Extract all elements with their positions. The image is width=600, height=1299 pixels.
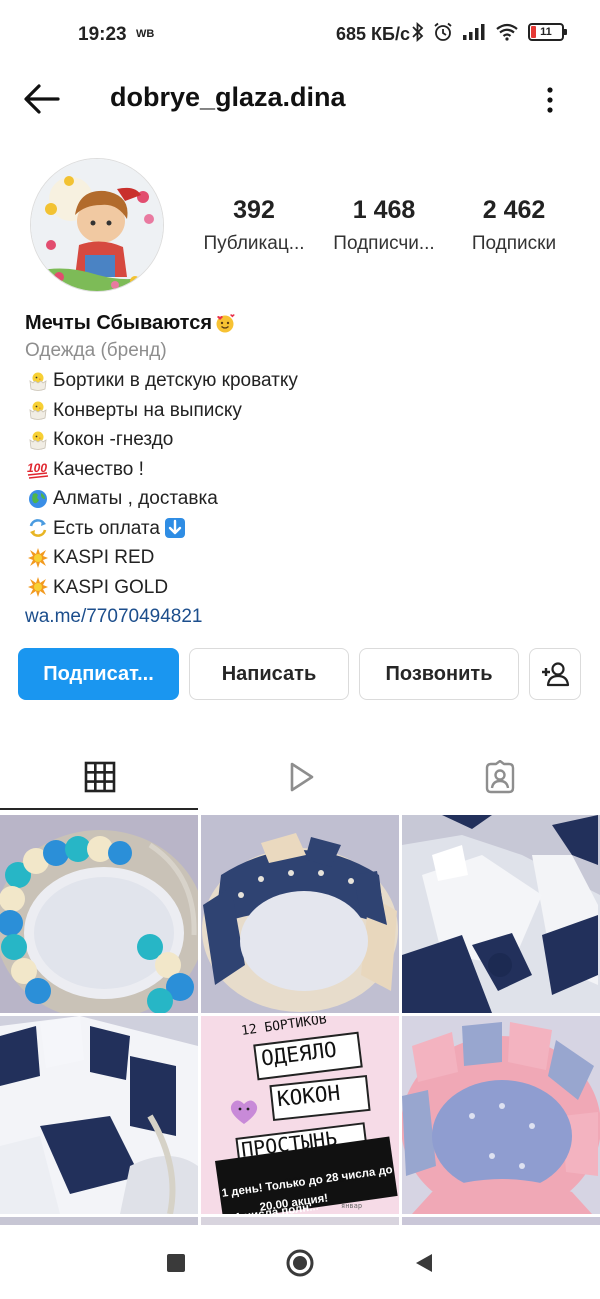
bio-line: Алматы , доставка xyxy=(25,484,585,514)
profile-header: dobrye_glaza.dina xyxy=(0,68,600,130)
bio-line: Есть оплата xyxy=(25,514,585,544)
bio-line-text: Кокон -гнездо xyxy=(53,429,174,450)
posts-label: Публикац... xyxy=(203,233,305,254)
avatar-illustration xyxy=(31,159,163,291)
posts-grid: 12 БОРТИКОВ ОДЕЯЛО КОКОН ПРОСТЫНЬ ВСЕ ЗА… xyxy=(0,815,600,1235)
bio-line-text: KASPI RED xyxy=(53,547,155,568)
chick-icon xyxy=(29,401,47,421)
following-label: Подписки xyxy=(471,233,557,254)
followers-stat[interactable]: 1 468 Подписчи... xyxy=(319,196,449,255)
bio-line-text: KASPI GOLD xyxy=(53,576,169,598)
bio-line-text: Алматы , доставка xyxy=(53,488,218,509)
post-thumbnail[interactable] xyxy=(402,815,600,1013)
profile-display-name: Мечты Сбываются xyxy=(25,310,585,336)
back-arrow-icon xyxy=(24,84,60,114)
signal-icon xyxy=(463,24,485,40)
profile-avatar[interactable] xyxy=(30,158,164,292)
chick-icon xyxy=(29,372,47,391)
bio-line: Конверты на выписку xyxy=(25,396,585,426)
profile-username: dobrye_glaza.dina xyxy=(110,82,346,112)
bio-link[interactable]: wa.me/77070494821 xyxy=(25,602,585,632)
hundred-icon: 100 xyxy=(27,461,49,480)
post-image-lace-bumper xyxy=(201,815,399,1013)
recents-button[interactable] xyxy=(160,1247,192,1279)
promo-line-1: 12 БОРТИКОВ xyxy=(240,1016,328,1039)
bio-line: KASPI GOLD xyxy=(25,573,585,603)
down-arrow-box-icon xyxy=(165,518,185,539)
more-vertical-icon xyxy=(547,87,553,113)
bio-line: 100 Качество ! xyxy=(25,455,585,485)
post-image-crib-set xyxy=(0,1016,198,1214)
bio-line: Бортики в детскую кроватку xyxy=(25,366,585,396)
suggest-users-button[interactable] xyxy=(529,648,581,700)
more-options-button[interactable] xyxy=(536,82,564,118)
bio-line: KASPI RED xyxy=(25,543,585,573)
explosion-icon xyxy=(28,547,48,568)
post-thumbnail[interactable] xyxy=(0,815,198,1013)
back-button[interactable] xyxy=(22,82,62,116)
battery-level: 11 xyxy=(540,26,552,38)
globe-icon xyxy=(29,489,47,508)
tagged-icon xyxy=(485,760,515,794)
profile-bio: Мечты Сбываются Одежда (бренд) Бортики в… xyxy=(25,310,585,632)
bio-line-text: Бортики в детскую кроватку xyxy=(53,370,298,391)
post-thumbnail[interactable] xyxy=(201,815,399,1013)
explosion-icon xyxy=(28,577,48,598)
post-thumbnail[interactable] xyxy=(0,1016,198,1214)
recents-square-icon xyxy=(167,1254,185,1272)
post-thumbnail-promo[interactable]: 12 БОРТИКОВ ОДЕЯЛО КОКОН ПРОСТЫНЬ ВСЕ ЗА… xyxy=(201,1016,399,1214)
wifi-icon xyxy=(496,23,518,41)
active-tab-indicator xyxy=(0,808,198,810)
smiling-face-hearts-icon xyxy=(216,314,235,333)
cycle-icon xyxy=(29,519,47,538)
bluetooth-icon xyxy=(412,22,424,42)
profile-category: Одежда (бренд) xyxy=(25,340,167,361)
status-time: 19:23 xyxy=(78,24,127,45)
message-button[interactable]: Написать xyxy=(189,648,349,700)
bio-line-text: Конверты на выписку xyxy=(53,399,242,421)
following-stat[interactable]: 2 462 Подписки xyxy=(449,196,579,255)
bio-line-text: Есть оплата xyxy=(53,517,160,539)
status-icons: 11 xyxy=(412,22,567,42)
follow-button[interactable]: Подписат... xyxy=(18,648,179,700)
followers-label: Подписчи... xyxy=(333,233,435,254)
chick-icon xyxy=(29,431,47,450)
promo-small-text: январ xyxy=(341,1202,363,1210)
grid-icon xyxy=(84,761,116,793)
reels-icon xyxy=(290,762,314,792)
post-thumbnail[interactable] xyxy=(402,1016,600,1214)
posts-count: 392 xyxy=(233,196,275,224)
battery-icon: 11 xyxy=(528,23,567,41)
status-carrier-tag: WB xyxy=(136,28,155,40)
status-net-speed: 685 КБ/с xyxy=(336,24,410,44)
post-image-bow-set xyxy=(402,815,600,1013)
alarm-icon xyxy=(434,22,452,41)
home-circle-icon xyxy=(286,1249,314,1277)
tab-tagged[interactable] xyxy=(400,745,600,809)
followers-count: 1 468 xyxy=(352,196,416,224)
display-name-text: Мечты Сбываются xyxy=(25,312,213,334)
post-image-pink-bumper xyxy=(402,1016,600,1214)
add-person-icon xyxy=(542,662,570,687)
bio-line: Кокон -гнездо xyxy=(25,425,585,455)
back-triangle-icon xyxy=(416,1254,432,1272)
call-button[interactable]: Позвонить xyxy=(359,648,519,700)
status-bar: 19:23 WB 685 КБ/с 11 xyxy=(0,0,600,68)
posts-stat[interactable]: 392 Публикац... xyxy=(189,196,319,255)
system-navigation-bar xyxy=(0,1225,600,1299)
post-image-braided-bumper xyxy=(0,815,198,1013)
bio-line-text: Качество ! xyxy=(53,458,144,480)
following-count: 2 462 xyxy=(482,196,546,224)
system-back-button[interactable] xyxy=(408,1247,440,1279)
heart-face-icon xyxy=(230,1100,258,1124)
home-button[interactable] xyxy=(284,1247,316,1279)
tab-reels[interactable] xyxy=(200,745,400,809)
tab-posts-grid[interactable] xyxy=(0,745,200,809)
